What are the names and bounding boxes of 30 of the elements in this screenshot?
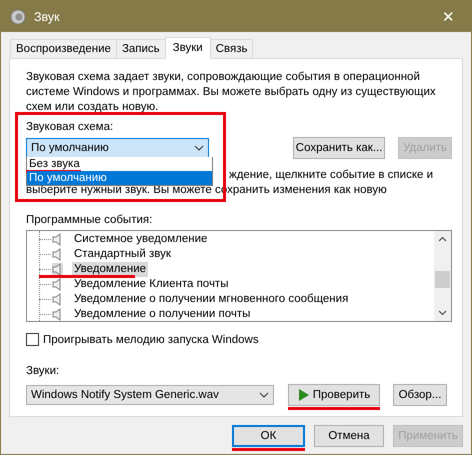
event-item[interactable]: Системное уведомление [72, 232, 210, 247]
sound-dropdown[interactable]: Windows Notify System Generic.wav [26, 385, 274, 405]
scroll-thumb[interactable] [435, 271, 450, 288]
description-text: Звуковая схема задает звуки, сопровождающие события в операционной системе Windows и программах. Вы можете выбрать одну из существующих схем или создать новую. [26, 70, 437, 115]
checkbox[interactable] [26, 333, 39, 346]
tab[interactable]: Звуки [164, 37, 211, 59]
browse-button[interactable]: Обзор... [393, 384, 447, 406]
hint-text: ждение, щелкните событие в списке и [229, 168, 433, 183]
close-button[interactable]: ✕ [426, 8, 471, 26]
tab[interactable]: Связь [210, 39, 254, 58]
dropdown-option[interactable]: По умолчанию [27, 171, 212, 185]
event-item[interactable]: Уведомление о получении мгновенного сообщения [72, 292, 350, 307]
save-as-button[interactable]: Сохранить как... [293, 137, 386, 159]
window-title: Звук [34, 10, 60, 24]
scheme-dropdown[interactable]: По умолчанию [26, 138, 210, 158]
scheme-label: Звуковая схема: [26, 121, 114, 133]
tab[interactable]: Воспроизведение [10, 39, 117, 58]
events-label: Программные события: [26, 214, 154, 226]
cancel-button[interactable]: Отмена [314, 425, 384, 447]
scrollbar[interactable] [434, 231, 451, 321]
ok-button[interactable]: ОК [232, 425, 305, 447]
checkbox-label[interactable]: Проигрывать мелодию запуска Windows [43, 334, 259, 346]
caret-icon [194, 145, 204, 151]
test-button[interactable]: Проверить [288, 384, 380, 406]
event-item[interactable]: Уведомление о получении почты [72, 307, 252, 321]
event-item[interactable]: Стандартный звук [72, 247, 173, 262]
caret-icon [259, 392, 269, 398]
play-icon [298, 389, 309, 401]
event-item[interactable]: Уведомление Клиента почты [72, 277, 230, 292]
sounds-label: Звуки: [26, 365, 60, 377]
